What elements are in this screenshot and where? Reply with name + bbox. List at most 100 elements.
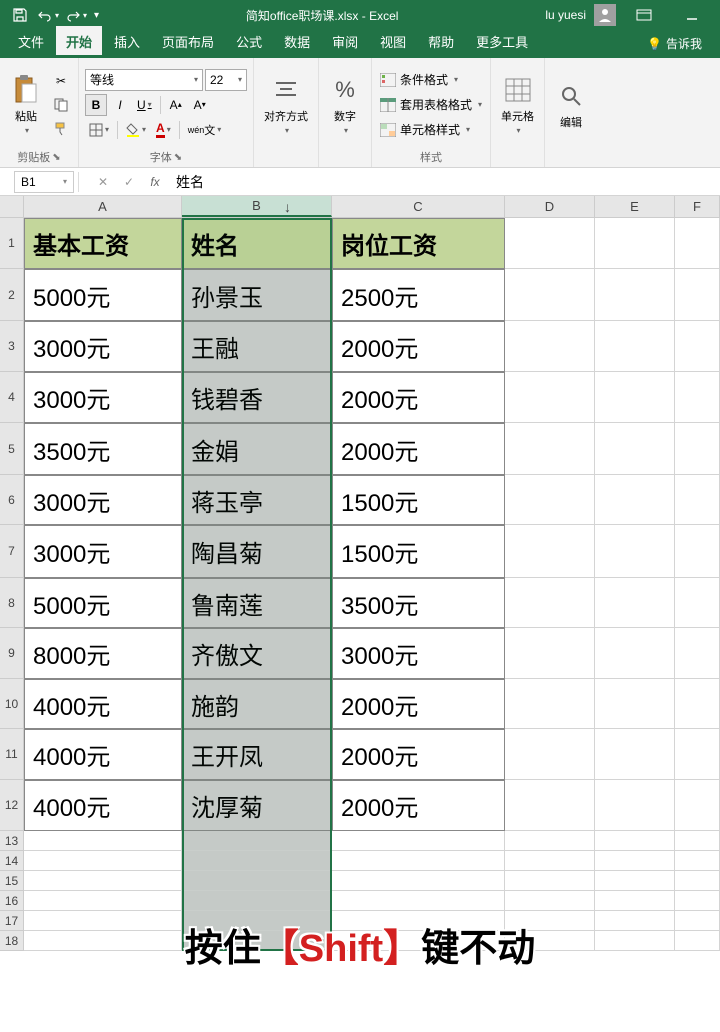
cell[interactable]: 基本工资 (24, 218, 182, 269)
tell-me[interactable]: 💡 告诉我 (637, 29, 712, 58)
cell[interactable] (675, 218, 720, 269)
row-header[interactable]: 9 (0, 628, 24, 679)
undo-icon[interactable]: ▾ (36, 3, 60, 27)
cell[interactable] (332, 851, 505, 871)
cell[interactable] (595, 911, 675, 931)
conditional-format-button[interactable]: 条件格式▾ (380, 70, 482, 90)
tab-插入[interactable]: 插入 (104, 26, 150, 58)
row-header[interactable]: 17 (0, 911, 24, 931)
select-all-corner[interactable] (0, 196, 24, 217)
cell[interactable]: 2000元 (332, 321, 505, 372)
cut-icon[interactable]: ✂ (50, 70, 72, 92)
cell[interactable]: 2000元 (332, 372, 505, 423)
cell[interactable] (505, 780, 595, 831)
cell[interactable] (675, 851, 720, 871)
cell[interactable] (332, 831, 505, 851)
cell[interactable] (24, 891, 182, 911)
cell[interactable] (505, 679, 595, 729)
cell[interactable] (182, 891, 332, 911)
cell[interactable] (505, 871, 595, 891)
cell[interactable] (675, 871, 720, 891)
paste-button[interactable]: 粘贴 ▾ (6, 72, 46, 137)
cell[interactable]: 2000元 (332, 729, 505, 780)
tab-更多工具[interactable]: 更多工具 (466, 26, 538, 58)
column-header-C[interactable]: C (332, 196, 505, 217)
tab-开始[interactable]: 开始 (56, 26, 102, 58)
cell[interactable] (595, 871, 675, 891)
cell[interactable] (505, 891, 595, 911)
tab-视图[interactable]: 视图 (370, 26, 416, 58)
edit-button[interactable]: 编辑 (551, 78, 591, 132)
cell[interactable]: 金娟 (182, 423, 332, 475)
cell[interactable] (595, 269, 675, 321)
cell[interactable] (505, 628, 595, 679)
cell[interactable] (595, 423, 675, 475)
cell[interactable]: 3000元 (332, 628, 505, 679)
cell[interactable]: 1500元 (332, 525, 505, 578)
tab-公式[interactable]: 公式 (226, 26, 272, 58)
cell[interactable] (24, 931, 182, 951)
column-header-F[interactable]: F (675, 196, 720, 217)
shrink-font-button[interactable]: A▾ (189, 94, 211, 116)
cell[interactable] (675, 780, 720, 831)
cell[interactable] (595, 578, 675, 628)
cell[interactable]: 2000元 (332, 780, 505, 831)
cell[interactable]: 4000元 (24, 729, 182, 780)
redo-icon[interactable]: ▾ (64, 3, 88, 27)
cell[interactable] (505, 218, 595, 269)
cell[interactable]: 岗位工资 (332, 218, 505, 269)
cell[interactable] (675, 475, 720, 525)
cell[interactable] (595, 475, 675, 525)
row-header[interactable]: 14 (0, 851, 24, 871)
cell[interactable]: 沈厚菊 (182, 780, 332, 831)
column-header-B[interactable]: B↓ (182, 196, 332, 217)
cell[interactable] (675, 891, 720, 911)
cell[interactable] (505, 578, 595, 628)
row-header[interactable]: 15 (0, 871, 24, 891)
cell[interactable] (24, 851, 182, 871)
format-as-table-button[interactable]: 套用表格格式▾ (380, 95, 482, 115)
bold-button[interactable]: B (85, 94, 107, 116)
cell[interactable]: 5000元 (24, 269, 182, 321)
cell[interactable] (675, 628, 720, 679)
cell[interactable] (675, 525, 720, 578)
cell[interactable] (675, 679, 720, 729)
cell[interactable]: 蒋玉亭 (182, 475, 332, 525)
italic-button[interactable]: I (109, 94, 131, 116)
cell[interactable] (24, 911, 182, 931)
cell[interactable] (505, 831, 595, 851)
cell[interactable]: 施韵 (182, 679, 332, 729)
format-painter-icon[interactable] (50, 118, 72, 140)
font-color-button[interactable]: A▾ (152, 119, 175, 141)
row-header[interactable]: 3 (0, 321, 24, 372)
cell[interactable] (595, 628, 675, 679)
cell[interactable] (24, 871, 182, 891)
cell[interactable] (675, 831, 720, 851)
number-button[interactable]: % 数字 ▾ (325, 72, 365, 137)
cell[interactable] (332, 891, 505, 911)
cell[interactable]: 王开凤 (182, 729, 332, 780)
row-header[interactable]: 16 (0, 891, 24, 911)
cell[interactable]: 3000元 (24, 321, 182, 372)
cell[interactable] (505, 372, 595, 423)
column-header-D[interactable]: D (505, 196, 595, 217)
row-header[interactable]: 7 (0, 525, 24, 578)
row-header[interactable]: 12 (0, 780, 24, 831)
tab-审阅[interactable]: 审阅 (322, 26, 368, 58)
tab-页面布局[interactable]: 页面布局 (152, 26, 224, 58)
cell[interactable]: 3000元 (24, 475, 182, 525)
cell[interactable] (595, 780, 675, 831)
cancel-icon[interactable]: ✕ (90, 170, 116, 194)
cell[interactable] (675, 931, 720, 951)
cell[interactable]: 3000元 (24, 525, 182, 578)
row-header[interactable]: 1 (0, 218, 24, 269)
cell[interactable]: 孙景玉 (182, 269, 332, 321)
cell[interactable] (595, 372, 675, 423)
cell[interactable] (675, 372, 720, 423)
cell[interactable] (505, 423, 595, 475)
cell[interactable] (675, 729, 720, 780)
fx-icon[interactable]: fx (142, 170, 168, 194)
row-header[interactable]: 2 (0, 269, 24, 321)
cell[interactable]: 钱碧香 (182, 372, 332, 423)
cell[interactable] (595, 525, 675, 578)
